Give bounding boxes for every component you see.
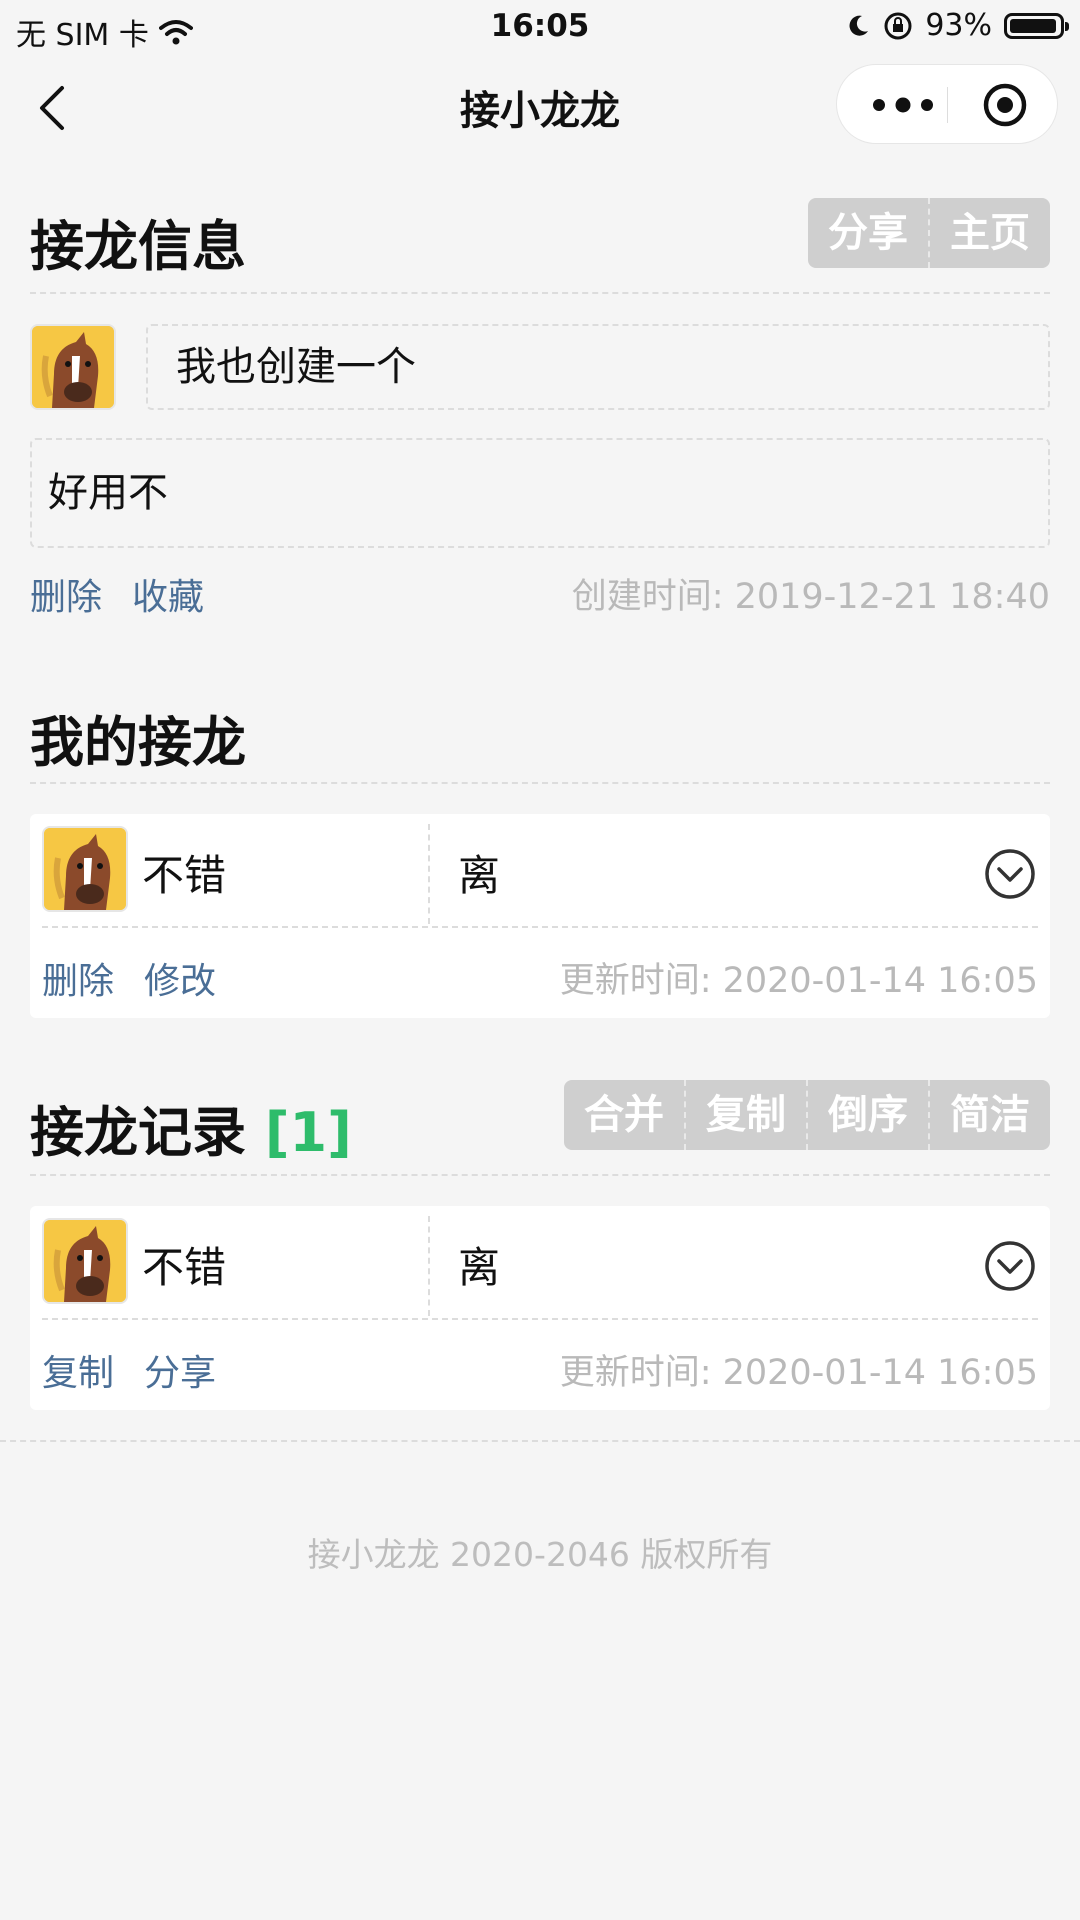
records-count: [1] [264, 1101, 352, 1164]
entry-column-divider [428, 824, 430, 924]
records-action-group: 合并 复制 倒序 简洁 [564, 1080, 1050, 1150]
created-time: 创建时间: 2019-12-21 18:40 [571, 577, 1050, 617]
description-field-value: 好用不 [48, 470, 168, 516]
homepage-button[interactable]: 主页 [930, 198, 1050, 268]
horse-avatar-icon [32, 326, 114, 408]
divider [30, 782, 1050, 784]
merge-button[interactable]: 合并 [564, 1080, 686, 1150]
updated-time: 更新时间: 2020-01-14 16:05 [559, 961, 1038, 1001]
my-heading: 我的接龙 [30, 711, 246, 774]
divider [42, 1318, 1038, 1320]
divider [42, 926, 1038, 928]
divider [30, 292, 1050, 294]
updated-time: 更新时间: 2020-01-14 16:05 [559, 1353, 1038, 1393]
target-circle-icon[interactable] [981, 81, 1029, 129]
mini-program-capsule [836, 64, 1058, 144]
records-heading: 接龙记录 [1] [30, 1088, 352, 1167]
copy-link[interactable]: 复制 [42, 1344, 114, 1396]
horse-avatar-icon [44, 828, 126, 910]
divider [30, 1174, 1050, 1176]
avatar [42, 826, 128, 912]
delete-link[interactable]: 删除 [42, 952, 114, 1004]
entry-name: 不错 [142, 851, 227, 900]
copy-button[interactable]: 复制 [686, 1080, 808, 1150]
records-heading-label: 接龙记录 [30, 1101, 246, 1164]
moon-icon [849, 15, 869, 36]
horse-avatar-icon [44, 1220, 126, 1302]
more-dots-icon[interactable] [867, 87, 957, 123]
copyright-footer: 接小龙龙 2020-2046 版权所有 [307, 1535, 773, 1574]
info-action-group: 分享 主页 [808, 198, 1050, 268]
orientation-lock-icon [884, 12, 912, 39]
reverse-order-button[interactable]: 倒序 [808, 1080, 930, 1150]
delete-link[interactable]: 删除 [30, 568, 102, 620]
status-bar: 无 SIM 卡 16:05 93% [0, 0, 1080, 54]
share-button[interactable]: 分享 [808, 198, 930, 268]
edit-link[interactable]: 修改 [144, 952, 216, 1004]
record-entry-card: 不错 离 复制 分享 更新时间: 2020-01-14 16:05 [30, 1206, 1050, 1410]
my-entry-card: 不错 离 删除 修改 更新时间: 2020-01-14 16:05 [30, 814, 1050, 1018]
avatar [42, 1218, 128, 1304]
status-right: 93% [845, 8, 1069, 43]
simple-button[interactable]: 简洁 [930, 1080, 1050, 1150]
divider [0, 1440, 1080, 1442]
battery-percent: 93% [925, 8, 992, 43]
description-field[interactable]: 好用不 [30, 438, 1050, 548]
chevron-down-icon[interactable] [984, 848, 1036, 900]
title-field[interactable]: 我也创建一个 [146, 324, 1050, 410]
entry-column-divider [428, 1216, 430, 1316]
battery-icon [1004, 12, 1069, 39]
capsule-divider [947, 87, 948, 123]
info-heading: 接龙信息 [30, 215, 246, 278]
title-field-value: 我也创建一个 [176, 344, 416, 390]
chevron-down-icon[interactable] [984, 1240, 1036, 1292]
avatar [30, 324, 116, 410]
entry-name: 不错 [142, 1243, 227, 1292]
favorite-link[interactable]: 收藏 [132, 568, 204, 620]
entry-content: 离 [458, 1243, 501, 1292]
share-link[interactable]: 分享 [144, 1344, 216, 1396]
entry-content: 离 [458, 851, 501, 900]
